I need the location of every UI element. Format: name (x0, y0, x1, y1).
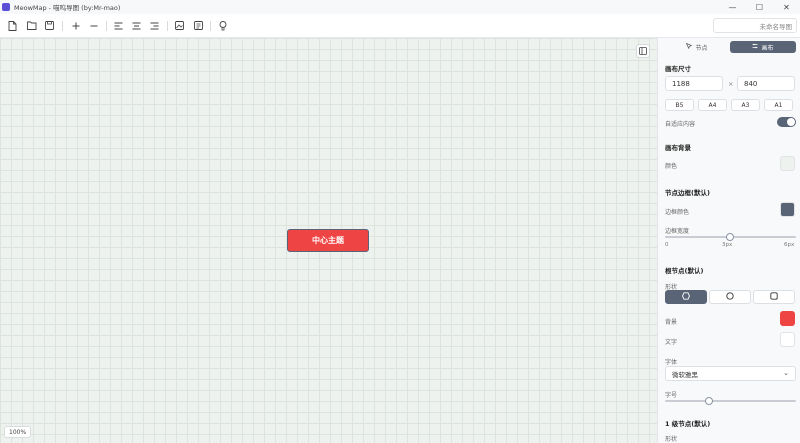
toggle-knob (787, 118, 795, 126)
root-bg-label: 背景 (665, 319, 678, 326)
root-text-label: 文字 (665, 339, 678, 346)
root-node-title: 根节点(默认) (665, 267, 704, 275)
fit-view-icon[interactable] (636, 44, 650, 58)
export-image-icon[interactable] (173, 19, 186, 32)
paper-b5-button[interactable]: B5 (665, 99, 694, 111)
border-color-swatch[interactable] (780, 202, 795, 217)
toolbar-divider (167, 21, 168, 31)
border-width-max: 6px (784, 242, 795, 248)
adaptive-toggle[interactable] (777, 117, 796, 127)
background-color-swatch[interactable] (780, 156, 795, 171)
toolbar-divider (106, 21, 107, 31)
align-left-icon[interactable] (112, 19, 125, 32)
center-topic-node[interactable]: 中心主题 (287, 229, 369, 252)
tab-node-label: 节点 (695, 44, 708, 52)
map-title-input[interactable]: 未命名导图 (713, 18, 797, 33)
shape-square-button[interactable] (753, 290, 795, 304)
add-node-icon[interactable] (69, 19, 82, 32)
new-file-icon[interactable] (6, 19, 19, 32)
tips-bulb-icon[interactable] (216, 19, 229, 32)
title-bar: MeowMap - 喵呜导图 (by:Mr-mao) — ☐ ✕ (0, 0, 800, 14)
tab-canvas-label: 画布 (761, 44, 774, 52)
close-button[interactable]: ✕ (773, 0, 800, 14)
level1-node-title: 1 级节点(默认) (665, 420, 711, 428)
remove-node-icon[interactable] (87, 19, 100, 32)
app-logo-icon (2, 3, 10, 11)
window-controls: — ☐ ✕ (719, 0, 800, 14)
canvas-size-title: 画布尺寸 (665, 65, 691, 73)
window-title: MeowMap - 喵呜导图 (by:Mr-mao) (14, 4, 121, 12)
cursor-icon (686, 42, 693, 51)
font-size-slider[interactable] (665, 400, 796, 402)
paper-a4-button[interactable]: A4 (698, 99, 727, 111)
paper-a1-button[interactable]: A1 (764, 99, 793, 111)
panel-tabs: 节点 画布 (664, 41, 796, 53)
border-width-min: 0 (665, 242, 669, 248)
rounded-square-icon (770, 292, 778, 302)
open-folder-icon[interactable] (25, 19, 38, 32)
chevron-down-icon: ⌄ (783, 369, 789, 377)
align-right-icon[interactable] (148, 19, 161, 32)
root-text-swatch[interactable] (780, 332, 795, 347)
background-title: 画布背景 (665, 144, 691, 152)
font-select-value: 微软雅黑 (672, 370, 698, 379)
size-separator: × (728, 80, 734, 88)
font-size-label: 字号 (665, 392, 678, 399)
root-bg-swatch[interactable] (780, 311, 795, 326)
paper-a3-button[interactable]: A3 (731, 99, 760, 111)
canvas-height-input[interactable]: 840 (737, 76, 795, 91)
shape-circle-button[interactable] (709, 290, 751, 304)
font-size-thumb[interactable] (705, 397, 713, 405)
font-select[interactable]: 微软雅黑 ⌄ (665, 366, 796, 381)
adaptive-label: 自适应内容 (665, 121, 696, 128)
settings-panel: 节点 画布 画布尺寸 1188 × 840 B5 A4 A3 A1 自适应内容 … (657, 38, 800, 443)
circle-icon (726, 292, 734, 302)
toolbar-divider (210, 21, 211, 31)
shape-hexagon-button[interactable] (665, 290, 707, 304)
tab-canvas[interactable]: 画布 (730, 41, 796, 53)
maximize-button[interactable]: ☐ (746, 0, 773, 14)
zoom-level[interactable]: 100% (4, 426, 32, 438)
toolbar: 未命名导图 (0, 14, 800, 38)
border-color-label: 边框颜色 (665, 209, 690, 216)
export-file-icon[interactable] (192, 19, 205, 32)
tab-node[interactable]: 节点 (664, 41, 730, 53)
border-width-thumb[interactable] (726, 233, 734, 241)
align-center-icon[interactable] (130, 19, 143, 32)
font-label: 字体 (665, 359, 678, 366)
minimize-button[interactable]: — (719, 0, 746, 14)
level1-shape-label: 形状 (665, 436, 678, 443)
canvas-width-input[interactable]: 1188 (665, 76, 723, 91)
node-border-title: 节点边框(默认) (665, 189, 710, 197)
layout-icon (752, 43, 758, 51)
border-width-label: 边框宽度 (665, 228, 690, 235)
toolbar-divider (62, 21, 63, 31)
border-width-mid: 3px (722, 242, 733, 248)
hexagon-icon (682, 292, 690, 302)
save-icon[interactable] (43, 19, 56, 32)
background-color-label: 颜色 (665, 163, 678, 170)
